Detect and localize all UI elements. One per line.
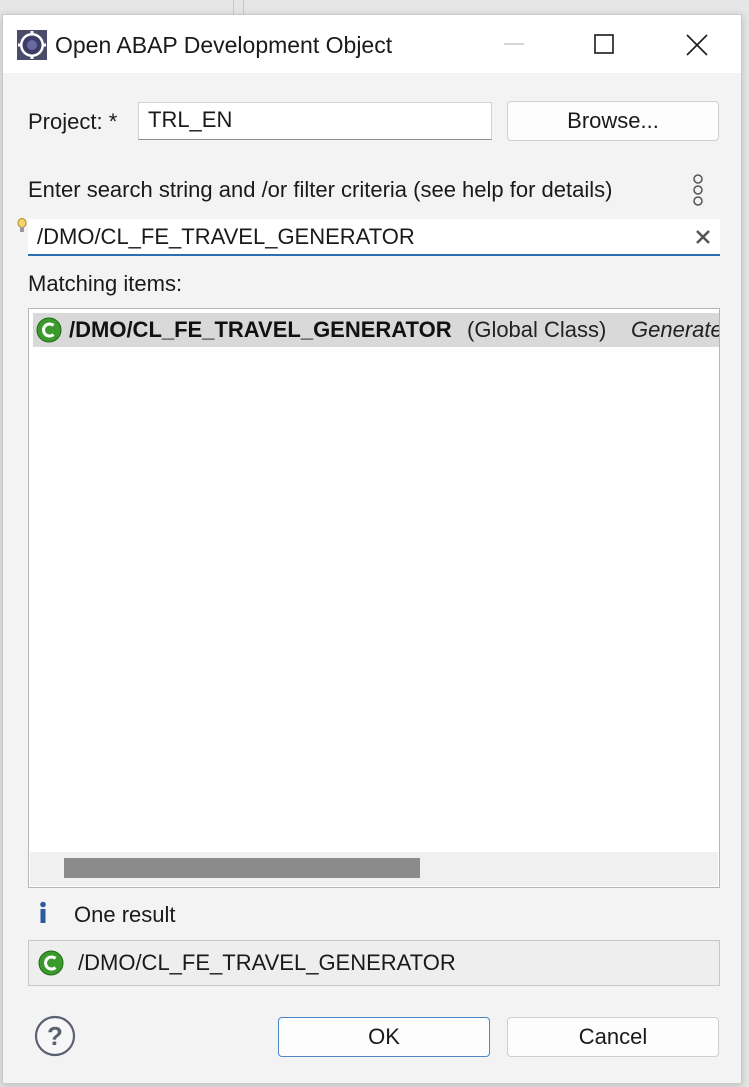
item-name: /DMO/CL_FE_TRAVEL_GENERATOR xyxy=(69,317,452,342)
scrollbar-thumb[interactable] xyxy=(64,858,420,878)
matching-items-list[interactable]: /DMO/CL_FE_TRAVEL_GENERATOR (Global Clas… xyxy=(28,308,720,888)
class-c-icon xyxy=(38,950,64,976)
eclipse-gear-icon xyxy=(17,30,47,60)
list-item[interactable]: /DMO/CL_FE_TRAVEL_GENERATOR (Global Clas… xyxy=(33,313,719,347)
close-button[interactable] xyxy=(673,23,719,65)
help-question-icon[interactable]: ? xyxy=(34,1015,76,1057)
open-abap-object-dialog: Open ABAP Development Object Project: * … xyxy=(2,14,742,1084)
search-label: Enter search string and /or filter crite… xyxy=(28,177,613,202)
item-description: Generate xyxy=(631,317,719,342)
title-bar[interactable]: Open ABAP Development Object xyxy=(3,15,741,73)
project-label: Project: * xyxy=(28,109,118,134)
maximize-icon xyxy=(594,34,614,54)
minimize-icon xyxy=(504,43,524,45)
browse-button[interactable]: Browse... xyxy=(507,101,719,141)
status-text: One result xyxy=(74,902,176,927)
search-input-value: /DMO/CL_FE_TRAVEL_GENERATOR xyxy=(37,224,415,249)
selected-item-name: /DMO/CL_FE_TRAVEL_GENERATOR xyxy=(78,950,456,975)
vertical-dots-icon[interactable] xyxy=(691,173,705,207)
matching-items-label: Matching items: xyxy=(28,271,183,296)
maximize-button[interactable] xyxy=(581,23,627,65)
cancel-button[interactable]: Cancel xyxy=(507,1017,719,1057)
dialog-title: Open ABAP Development Object xyxy=(55,32,393,58)
lightbulb-icon xyxy=(17,218,27,232)
project-field[interactable]: TRL_EN xyxy=(138,102,492,140)
search-input[interactable]: /DMO/CL_FE_TRAVEL_GENERATOR xyxy=(28,219,720,256)
svg-text:?: ? xyxy=(47,1021,63,1051)
selected-item-bar: /DMO/CL_FE_TRAVEL_GENERATOR xyxy=(28,940,720,986)
ok-button[interactable]: OK xyxy=(278,1017,490,1057)
clear-x-icon[interactable] xyxy=(694,228,712,246)
item-type: (Global Class) xyxy=(467,317,607,342)
minimize-button[interactable] xyxy=(491,23,537,65)
close-icon xyxy=(686,34,708,56)
class-c-icon xyxy=(36,317,62,343)
info-icon xyxy=(40,901,46,923)
horizontal-scrollbar[interactable] xyxy=(30,852,718,886)
